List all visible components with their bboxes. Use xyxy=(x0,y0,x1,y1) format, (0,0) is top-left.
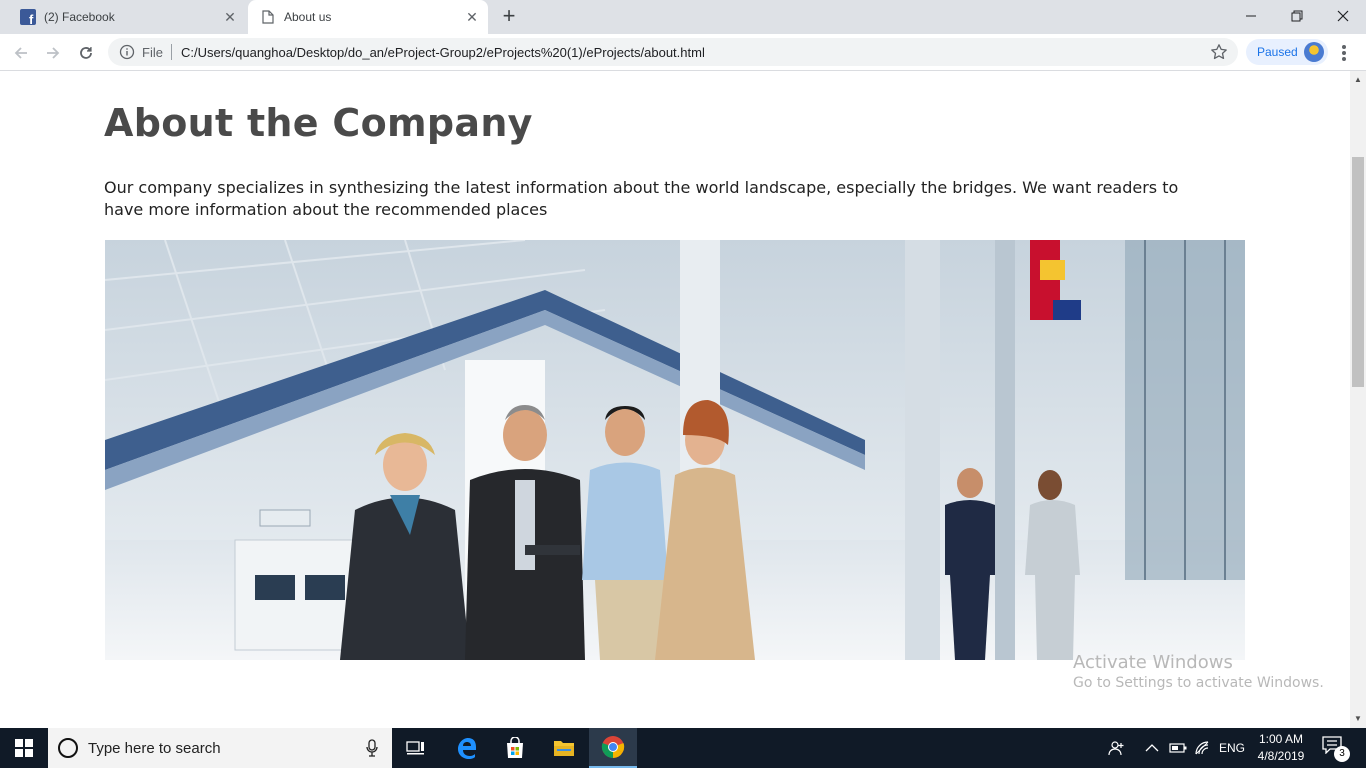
new-tab-button[interactable]: + xyxy=(498,5,520,28)
page-description: Our company specializes in synthesizing … xyxy=(104,178,1179,219)
store-icon[interactable] xyxy=(491,728,539,768)
url-text[interactable]: C:/Users/quanghoa/Desktop/do_an/eProject… xyxy=(181,45,705,60)
hero-image xyxy=(105,240,1245,660)
arrow-right-icon xyxy=(47,47,60,59)
wifi-icon[interactable] xyxy=(1194,728,1210,768)
restore-button[interactable] xyxy=(1274,0,1320,32)
close-icon[interactable]: ✕ xyxy=(464,9,480,25)
start-button[interactable] xyxy=(0,728,48,768)
people-icon[interactable] xyxy=(1108,728,1126,768)
language-indicator[interactable]: ENG xyxy=(1219,728,1245,768)
clock-time: 1:00 AM xyxy=(1258,732,1304,746)
close-window-button[interactable] xyxy=(1320,0,1366,32)
profile-status: Paused xyxy=(1257,45,1298,59)
file-explorer-icon[interactable] xyxy=(540,728,588,768)
tab-title: About us xyxy=(284,10,332,24)
page-icon xyxy=(260,9,276,25)
facebook-icon: f xyxy=(20,9,36,25)
scroll-up-icon[interactable]: ▲ xyxy=(1354,76,1362,84)
battery-icon[interactable] xyxy=(1169,728,1187,768)
minimize-button[interactable] xyxy=(1228,0,1274,32)
microphone-icon[interactable] xyxy=(366,739,378,757)
language-label: ENG xyxy=(1219,741,1246,755)
watermark-title: Activate Windows xyxy=(1073,652,1233,673)
page-title: About the Company xyxy=(104,101,533,145)
watermark-subtitle: Go to Settings to activate Windows. xyxy=(1073,675,1324,691)
chevron-up-icon[interactable] xyxy=(1145,728,1159,768)
divider xyxy=(170,44,172,60)
activate-windows-watermark: Activate Windows Go to Settings to activ… xyxy=(1073,652,1324,691)
avatar xyxy=(1304,42,1324,62)
page-content: About the Company Our company specialize… xyxy=(0,71,1350,728)
close-icon[interactable]: ✕ xyxy=(222,9,238,25)
chrome-icon[interactable] xyxy=(589,728,637,768)
notification-center-button[interactable]: 3 xyxy=(1322,736,1350,762)
profile-paused-button[interactable]: Paused xyxy=(1246,39,1328,65)
scroll-down-icon[interactable]: ▼ xyxy=(1354,715,1362,723)
star-icon[interactable] xyxy=(1210,43,1228,61)
tab-facebook[interactable]: f (2) Facebook ✕ xyxy=(8,0,246,34)
info-icon[interactable] xyxy=(119,44,135,60)
tab-strip: f (2) Facebook ✕ About us ✕ + xyxy=(0,0,1366,34)
reload-icon xyxy=(80,47,92,59)
taskbar-search[interactable]: Type here to search xyxy=(48,728,392,768)
windows-taskbar: Type here to search ENG 1:00 AM 4/8/2019… xyxy=(0,728,1366,768)
edge-icon[interactable] xyxy=(443,728,491,768)
back-button[interactable] xyxy=(8,40,34,66)
address-bar[interactable]: File C:/Users/quanghoa/Desktop/do_an/ePr… xyxy=(108,38,1238,66)
search-placeholder: Type here to search xyxy=(88,739,221,757)
tab-about-us[interactable]: About us ✕ xyxy=(248,0,488,34)
page-scrollbar[interactable]: ▲ ▼ xyxy=(1350,71,1366,728)
clock-date: 4/8/2019 xyxy=(1257,749,1305,763)
cortana-icon xyxy=(58,738,78,758)
notification-badge: 3 xyxy=(1334,746,1350,762)
windows-logo-icon xyxy=(15,739,33,757)
tab-title: (2) Facebook xyxy=(44,10,115,24)
browser-toolbar: File C:/Users/quanghoa/Desktop/do_an/ePr… xyxy=(0,34,1366,71)
scheme-label: File xyxy=(142,44,163,60)
scrollbar-thumb[interactable] xyxy=(1352,157,1364,387)
forward-button[interactable] xyxy=(40,40,66,66)
system-clock[interactable]: 1:00 AM 4/8/2019 xyxy=(1250,731,1312,765)
svg-text:f: f xyxy=(29,12,34,25)
menu-dots-icon[interactable] xyxy=(1336,43,1352,63)
reload-button[interactable] xyxy=(73,40,99,66)
arrow-left-icon xyxy=(14,47,27,59)
task-view-icon[interactable] xyxy=(392,728,440,768)
